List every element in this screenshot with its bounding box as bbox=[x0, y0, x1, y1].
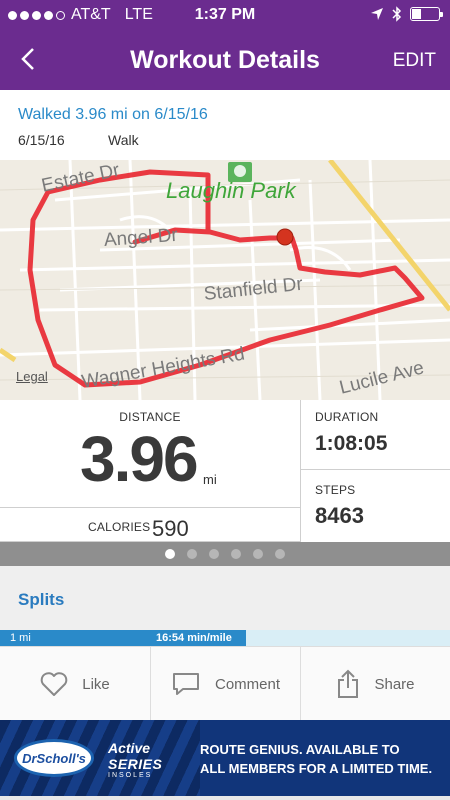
splits-section: Splits 1 mi 16:54 min/mile bbox=[0, 566, 450, 646]
distance-unit: mi bbox=[203, 472, 217, 487]
battery-icon bbox=[410, 7, 443, 21]
share-icon bbox=[338, 669, 359, 698]
map-legal-link[interactable]: Legal bbox=[16, 369, 48, 384]
calories-label: CALORIES bbox=[88, 520, 151, 534]
distance-stat: DISTANCE 3.96 mi bbox=[0, 400, 301, 508]
bottom-strip bbox=[0, 796, 450, 800]
distance-value: 3.96 bbox=[80, 423, 199, 495]
battery-fill bbox=[412, 9, 422, 19]
page-dot[interactable] bbox=[187, 549, 197, 559]
like-label: Like bbox=[82, 675, 110, 693]
duration-stat: DURATION 1:08:05 bbox=[300, 400, 450, 470]
bluetooth-icon bbox=[392, 6, 402, 22]
duration-label: DURATION bbox=[315, 410, 379, 424]
ad-banner[interactable]: DrScholl's Active SERIES INSOLES ROUTE G… bbox=[0, 720, 450, 796]
status-icons bbox=[370, 6, 443, 22]
like-button[interactable]: Like bbox=[0, 647, 150, 721]
split-row: 1 mi 16:54 min/mile bbox=[0, 630, 246, 646]
park-label: Laughin Park bbox=[166, 178, 296, 203]
split-row-background bbox=[246, 630, 450, 646]
workout-headline[interactable]: Walked 3.96 mi on 6/15/16 bbox=[18, 106, 208, 124]
workout-stats: DISTANCE 3.96 mi CALORIES 590 DURATION 1… bbox=[0, 400, 450, 542]
page-dot[interactable] bbox=[253, 549, 263, 559]
drscholls-logo: DrScholl's bbox=[14, 739, 94, 777]
comment-button[interactable]: Comment bbox=[150, 647, 300, 721]
logo-text: DrScholl's bbox=[22, 750, 86, 766]
calories-stat: CALORIES 590 bbox=[0, 508, 301, 542]
page-title: Workout Details bbox=[130, 46, 320, 74]
action-bar: Like Comment Share bbox=[0, 646, 450, 721]
comment-label: Comment bbox=[214, 675, 281, 693]
navigation-bar: Workout Details EDIT bbox=[0, 30, 450, 90]
share-label: Share bbox=[374, 675, 415, 693]
heart-icon bbox=[40, 672, 68, 696]
comment-bubble-icon bbox=[172, 673, 199, 695]
ad-message: ROUTE GENIUS. AVAILABLE TO ALL MEMBERS F… bbox=[200, 740, 432, 778]
brand-line-3: INSOLES bbox=[108, 772, 153, 779]
split-mile: 1 mi bbox=[10, 632, 31, 644]
page-dot[interactable] bbox=[231, 549, 241, 559]
ad-message-line-1: ROUTE GENIUS. AVAILABLE TO bbox=[200, 742, 400, 757]
steps-value: 8463 bbox=[315, 503, 364, 528]
page-indicator[interactable] bbox=[0, 542, 450, 566]
workout-date: 6/15/16 bbox=[18, 132, 65, 148]
ad-message-line-2: ALL MEMBERS FOR A LIMITED TIME. bbox=[200, 761, 433, 776]
brand-line-1: Active bbox=[108, 740, 151, 756]
edit-button[interactable]: EDIT bbox=[393, 50, 436, 72]
brand-line-2: SERIES bbox=[108, 756, 163, 772]
page-dot[interactable] bbox=[209, 549, 219, 559]
page-dot[interactable] bbox=[275, 549, 285, 559]
start-marker bbox=[276, 228, 294, 246]
page-dot[interactable] bbox=[165, 549, 175, 559]
calories-value: 590 bbox=[152, 516, 189, 541]
status-bar: AT&T LTE 1:37 PM bbox=[0, 0, 450, 30]
split-pace: 16:54 min/mile bbox=[156, 632, 232, 644]
active-series-logo: Active SERIES INSOLES bbox=[108, 740, 162, 779]
route-map[interactable]: Laughin Park Estate Dr Angel Dr Stanfiel… bbox=[0, 160, 450, 400]
workout-type: Walk bbox=[108, 132, 139, 148]
workout-summary: Walked 3.96 mi on 6/15/16 6/15/16 Walk bbox=[0, 90, 450, 160]
share-button[interactable]: Share bbox=[300, 647, 450, 721]
location-arrow-icon bbox=[371, 8, 383, 20]
steps-label: STEPS bbox=[315, 483, 356, 497]
steps-stat: STEPS 8463 bbox=[300, 469, 450, 542]
splits-title: Splits bbox=[18, 590, 65, 609]
duration-value: 1:08:05 bbox=[315, 432, 388, 455]
